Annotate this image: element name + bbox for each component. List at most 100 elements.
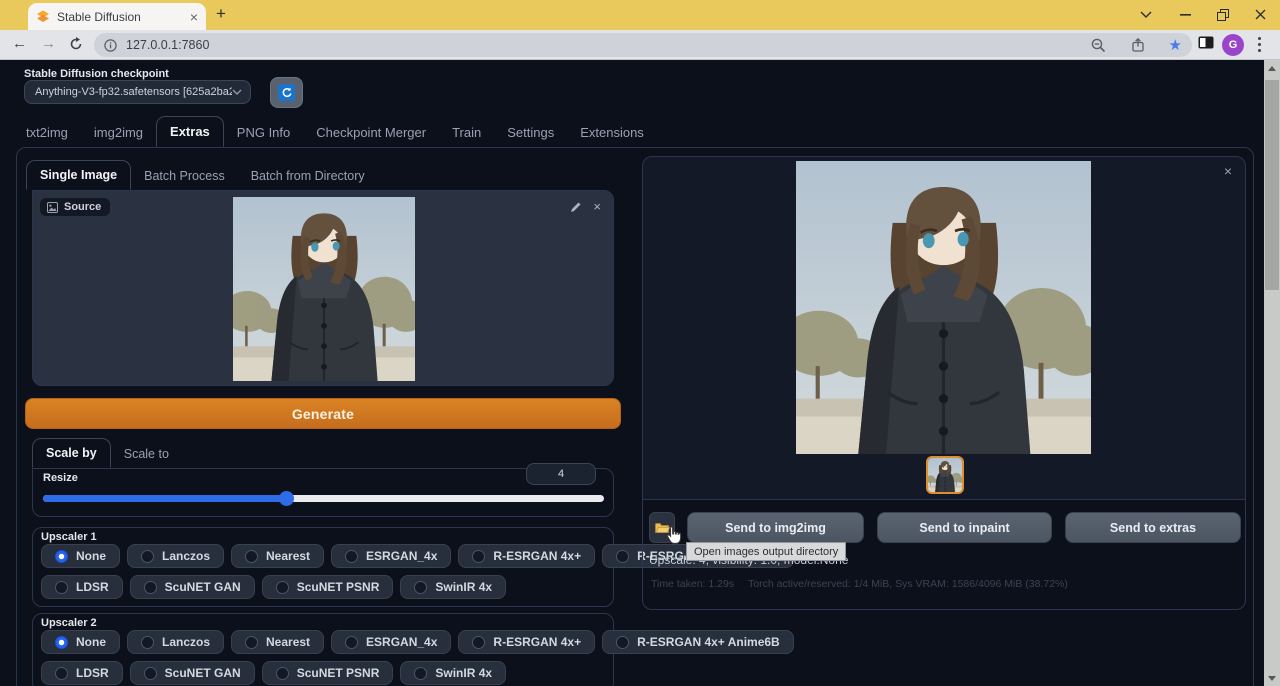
tab-png-info[interactable]: PNG Info xyxy=(224,118,303,147)
radio-icon xyxy=(616,636,629,649)
radio-icon xyxy=(144,581,157,594)
source-label: Source xyxy=(64,201,101,213)
radio-scunet-psnr[interactable]: ScuNET PSNR xyxy=(262,661,394,685)
radio-swinir4x[interactable]: SwinIR 4x xyxy=(400,661,506,685)
edit-image-icon[interactable] xyxy=(570,201,582,213)
browser-tab[interactable]: Stable Diffusion × xyxy=(28,3,206,30)
radio-nearest[interactable]: Nearest xyxy=(231,630,324,654)
tabsearch-chevron-icon[interactable] xyxy=(1140,11,1152,18)
extras-sub-tabs: Single Image Batch Process Batch from Di… xyxy=(26,161,378,190)
upscaler1-group: Upscaler 1 None Lanczos Nearest ESRGAN_4… xyxy=(32,527,614,607)
scroll-down-icon[interactable] xyxy=(1268,676,1276,681)
radio-ldsr[interactable]: LDSR xyxy=(41,661,123,685)
send-to-extras-button[interactable]: Send to extras xyxy=(1065,512,1241,543)
tab-checkpoint-merger[interactable]: Checkpoint Merger xyxy=(303,118,439,147)
tab-single-image[interactable]: Single Image xyxy=(26,160,131,190)
radio-icon xyxy=(276,581,289,594)
radio-icon xyxy=(276,667,289,680)
zoom-out-icon[interactable] xyxy=(1091,38,1106,53)
radio-selected-icon xyxy=(55,636,68,649)
site-info-icon[interactable] xyxy=(104,39,117,52)
refresh-checkpoints-button[interactable] xyxy=(270,77,303,108)
bookmark-star-icon[interactable]: ★ xyxy=(1169,38,1182,53)
radio-icon xyxy=(141,636,154,649)
tab-batch-from-directory[interactable]: Batch from Directory xyxy=(238,162,378,190)
image-icon xyxy=(47,202,58,213)
restore-icon[interactable] xyxy=(1217,9,1229,21)
radio-esrgan4x[interactable]: ESRGAN_4x xyxy=(331,630,451,654)
radio-esrgan4x[interactable]: ESRGAN_4x xyxy=(331,544,451,568)
radio-icon xyxy=(414,581,427,594)
radio-lanczos[interactable]: Lanczos xyxy=(127,630,224,654)
radio-icon xyxy=(55,581,68,594)
tab-batch-process[interactable]: Batch Process xyxy=(131,162,238,190)
reload-icon[interactable] xyxy=(69,37,83,51)
radio-icon xyxy=(245,636,258,649)
radio-icon xyxy=(245,550,258,563)
screen: Stable Diffusion × + ← → 127.0.0.1:7860 xyxy=(0,0,1280,686)
upscaler1-label: Upscaler 1 xyxy=(41,531,97,543)
resize-value-input[interactable]: 4 xyxy=(526,463,596,485)
share-icon[interactable] xyxy=(1132,38,1147,52)
tab-train[interactable]: Train xyxy=(439,118,494,147)
radio-none[interactable]: None xyxy=(41,544,120,568)
radio-ldsr[interactable]: LDSR xyxy=(41,575,123,599)
radio-resrgan-anime6b[interactable]: R-ESRGAN 4x+ Anime6B xyxy=(602,630,794,654)
refresh-icon xyxy=(278,84,295,101)
send-to-img2img-button[interactable]: Send to img2img xyxy=(687,512,864,543)
slider-fill xyxy=(43,495,287,502)
new-tab-button[interactable]: + xyxy=(216,4,226,24)
profile-avatar[interactable]: G xyxy=(1222,34,1244,56)
radio-icon xyxy=(55,667,68,680)
checkpoint-value: Anything-V3-fp32.safetensors [625a2ba2] xyxy=(35,86,232,98)
result-thumbnail[interactable] xyxy=(926,456,964,494)
radio-scunet-psnr[interactable]: ScuNET PSNR xyxy=(262,575,394,599)
tab-txt2img[interactable]: txt2img xyxy=(13,118,81,147)
result-image[interactable] xyxy=(796,161,1091,454)
scrollbar-thumb[interactable] xyxy=(1265,80,1279,290)
minimize-icon[interactable] xyxy=(1180,14,1191,16)
checkpoint-dropdown[interactable]: Anything-V3-fp32.safetensors [625a2ba2] xyxy=(24,80,251,104)
radio-icon xyxy=(616,550,629,563)
url-bar[interactable]: 127.0.0.1:7860 ★ xyxy=(94,33,1192,57)
url-text: 127.0.0.1:7860 xyxy=(126,38,1091,52)
side-panel-icon[interactable] xyxy=(1198,36,1214,49)
send-to-inpaint-button[interactable]: Send to inpaint xyxy=(877,512,1052,543)
tab-extensions[interactable]: Extensions xyxy=(567,118,657,147)
browser-menu-icon[interactable] xyxy=(1258,37,1261,40)
radio-none[interactable]: None xyxy=(41,630,120,654)
clear-image-icon[interactable]: × xyxy=(593,200,601,213)
radio-icon xyxy=(345,636,358,649)
tab-scale-to[interactable]: Scale to xyxy=(111,440,182,468)
gallery-close-icon[interactable]: × xyxy=(1224,163,1232,179)
tab-img2img[interactable]: img2img xyxy=(81,118,156,147)
radio-scunet-gan[interactable]: ScuNET GAN xyxy=(130,575,255,599)
radio-scunet-gan[interactable]: ScuNET GAN xyxy=(130,661,255,685)
radio-lanczos[interactable]: Lanczos xyxy=(127,544,224,568)
scroll-up-icon[interactable] xyxy=(1268,66,1276,71)
radio-icon xyxy=(472,636,485,649)
slider-thumb[interactable] xyxy=(279,491,294,506)
radio-resrgan4x[interactable]: R-ESRGAN 4x+ xyxy=(458,630,595,654)
checkpoint-label: Stable Diffusion checkpoint xyxy=(24,68,169,80)
upscaler2-group: Upscaler 2 None Lanczos Nearest ESRGAN_4… xyxy=(32,613,614,686)
generate-button[interactable]: Generate xyxy=(25,398,621,429)
chevron-down-icon xyxy=(232,89,242,95)
tab-scale-by[interactable]: Scale by xyxy=(32,438,111,468)
tab-extras[interactable]: Extras xyxy=(156,116,224,147)
window-close-icon[interactable] xyxy=(1255,9,1266,20)
tab-close-icon[interactable]: × xyxy=(190,10,198,24)
radio-icon xyxy=(141,550,154,563)
tooltip: Open images output directory xyxy=(686,542,846,561)
resize-label: Resize xyxy=(43,472,78,484)
radio-icon xyxy=(414,667,427,680)
radio-icon xyxy=(144,667,157,680)
source-image-dropzone[interactable]: Source × xyxy=(32,190,614,386)
resize-slider[interactable] xyxy=(43,495,604,502)
forward-icon[interactable]: → xyxy=(41,36,56,51)
tab-settings[interactable]: Settings xyxy=(494,118,567,147)
back-icon[interactable]: ← xyxy=(12,36,27,51)
radio-nearest[interactable]: Nearest xyxy=(231,544,324,568)
radio-swinir4x[interactable]: SwinIR 4x xyxy=(400,575,506,599)
radio-resrgan4x[interactable]: R-ESRGAN 4x+ xyxy=(458,544,595,568)
